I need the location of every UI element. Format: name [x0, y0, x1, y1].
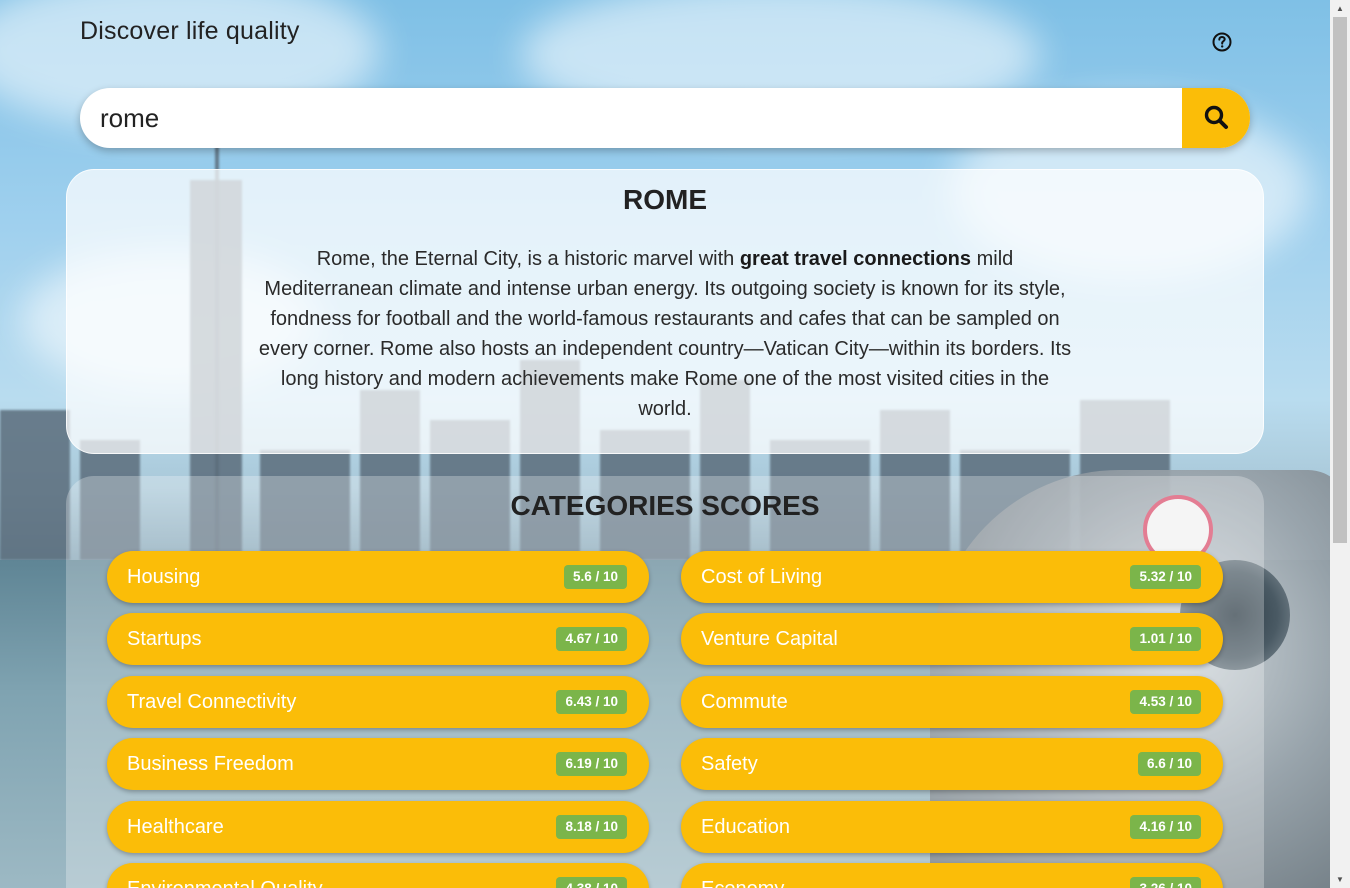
category-label: Travel Connectivity: [127, 691, 297, 713]
city-summary: Rome, the Eternal City, is a historic ma…: [255, 244, 1075, 424]
scroll-up-arrow-icon[interactable]: ▲: [1330, 0, 1350, 17]
search-icon: [1203, 104, 1229, 133]
category-score-badge: 5.6 / 10: [563, 565, 627, 589]
category-score-badge: 3.26 / 10: [1130, 877, 1201, 888]
categories-title: CATEGORIES SCORES: [510, 490, 820, 521]
city-name: ROME: [623, 184, 707, 215]
category-label: Environmental Quality: [127, 863, 323, 888]
search-button[interactable]: [1182, 88, 1250, 148]
city-summary-text: mild Mediterranean climate and intense u…: [258, 248, 1072, 420]
category-label: Safety: [701, 753, 758, 775]
category-label: Venture Capital: [701, 628, 838, 650]
category-business-freedom[interactable]: Business Freedom 6.19 / 10: [107, 738, 649, 790]
category-venture-capital[interactable]: Venture Capital 1.01 / 10: [681, 613, 1223, 665]
category-cost-of-living[interactable]: Cost of Living 5.32 / 10: [681, 551, 1223, 603]
category-label: Healthcare: [127, 816, 224, 838]
category-education[interactable]: Education 4.16 / 10: [681, 801, 1223, 853]
category-label: Education: [701, 816, 790, 838]
page-scrollbar[interactable]: ▲ ▼: [1330, 0, 1350, 888]
category-label: Cost of Living: [701, 566, 823, 588]
app-title: Discover life quality: [80, 17, 300, 45]
category-commute[interactable]: Commute 4.53 / 10: [681, 676, 1223, 728]
question-circle-icon[interactable]: [1212, 32, 1232, 52]
scrollbar-thumb[interactable]: [1333, 17, 1347, 543]
category-label: Economy: [701, 863, 784, 888]
category-score-badge: 6.6 / 10: [1137, 752, 1201, 776]
category-label: Business Freedom: [127, 753, 294, 775]
category-score-badge: 4.16 / 10: [1130, 815, 1201, 839]
category-score-badge: 8.18 / 10: [556, 815, 627, 839]
category-score-badge: 1.01 / 10: [1130, 627, 1201, 651]
search-bar: [80, 88, 1250, 148]
category-label: Housing: [127, 566, 201, 588]
category-safety[interactable]: Safety 6.6 / 10: [681, 738, 1223, 790]
category-score-badge: 4.38 / 10: [556, 877, 627, 888]
category-label: Commute: [701, 691, 788, 713]
category-startups[interactable]: Startups 4.67 / 10: [107, 613, 649, 665]
category-travel-connectivity[interactable]: Travel Connectivity 6.43 / 10: [107, 676, 649, 728]
category-score-badge: 4.53 / 10: [1130, 690, 1201, 714]
category-score-badge: 4.67 / 10: [556, 627, 627, 651]
category-economy[interactable]: Economy 3.26 / 10: [681, 863, 1223, 888]
scroll-down-arrow-icon[interactable]: ▼: [1330, 871, 1350, 888]
search-input[interactable]: [80, 88, 1182, 148]
category-score-badge: 6.19 / 10: [556, 752, 627, 776]
category-healthcare[interactable]: Healthcare 8.18 / 10: [107, 801, 649, 853]
category-score-badge: 6.43 / 10: [556, 690, 627, 714]
category-environmental-quality[interactable]: Environmental Quality 4.38 / 10: [107, 863, 649, 888]
category-label: Startups: [127, 628, 202, 650]
city-summary-text: Rome, the Eternal City, is a historic ma…: [316, 248, 740, 270]
category-housing[interactable]: Housing 5.6 / 10: [107, 551, 649, 603]
city-summary-highlight: great travel connections: [739, 248, 972, 270]
category-score-badge: 5.32 / 10: [1130, 565, 1201, 589]
